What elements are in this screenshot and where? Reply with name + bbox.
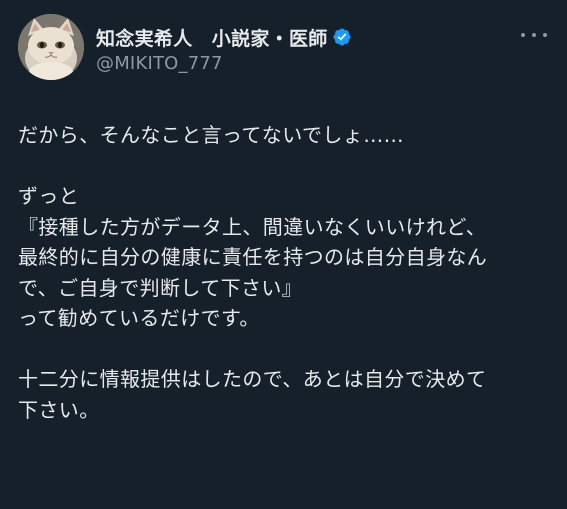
display-name[interactable]: 知念実希人 小説家・医師 [96,24,328,51]
author-handle[interactable]: @MIKITO_777 [96,53,352,74]
tweet-line [18,334,559,365]
tweet-line: って勧めているだけです。 [18,306,260,330]
tweet-text: だから、そんなこと言ってないでしょ…… ずっと 『接種した方がデータ上、間違いな… [18,120,559,425]
display-name-row: 知念実希人 小説家・医師 [96,24,352,51]
verified-badge-icon[interactable] [332,27,352,47]
tweet-line: 最終的に自分の健康に責任を持つのは自分自身なん [18,245,488,269]
tweet-line: で、ご自身で判断して下さい』 [18,275,303,300]
tweet-header: 知念実希人 小説家・医師 @MIKITO_777 [18,14,555,84]
tweet-line: 十二分に情報提供はしたので、あとは自分で決めて [18,367,487,391]
cat-avatar-image [18,14,84,80]
avatar[interactable] [18,14,84,80]
tweet-line: 下さい。 [18,397,100,422]
ellipsis-icon-dot [521,33,525,37]
tweet-card: 知念実希人 小説家・医師 @MIKITO_777 だから、そんなこと言ってないで… [0,0,567,509]
tweet-line: ずっと [18,184,80,208]
tweet-line: 『接種した方がデータ上、間違いなくいいけれど、 [18,214,487,239]
tweet-line [18,151,559,182]
tweet-line: だから、そんなこと言ってないでしょ…… [18,123,404,147]
ellipsis-icon-dot [543,33,547,37]
author-info: 知念実希人 小説家・医師 @MIKITO_777 [96,25,352,74]
ellipsis-icon-dot [532,33,536,37]
more-options-button[interactable] [521,28,547,42]
